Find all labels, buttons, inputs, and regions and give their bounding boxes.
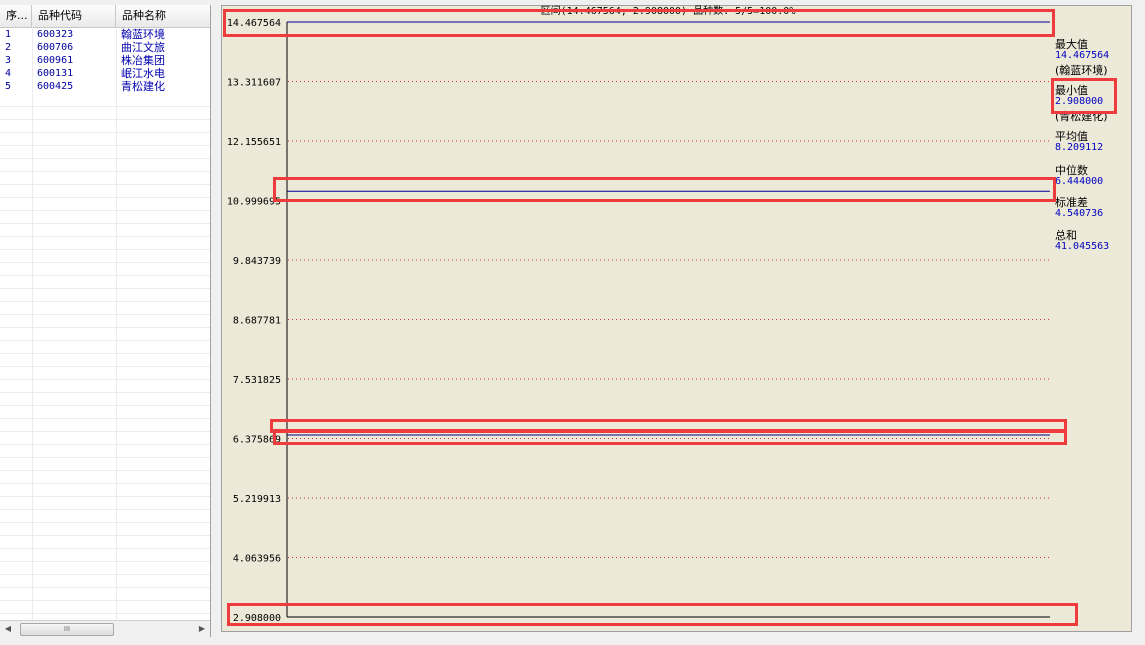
row-index: 4 <box>5 68 12 79</box>
row-code: 600323 <box>37 29 74 40</box>
scroll-left-icon[interactable]: ◀ <box>0 621 16 637</box>
header-index[interactable]: 序... <box>0 5 32 27</box>
stat-median-value: 6.444000 <box>1055 176 1104 187</box>
row-name: 株冶集团 <box>121 54 165 67</box>
chart-panel <box>221 5 1132 632</box>
horizontal-scrollbar[interactable]: ◀ III ▶ <box>0 620 210 637</box>
header-code[interactable]: 品种代码 <box>32 5 116 27</box>
row-name: 青松建化 <box>121 80 165 93</box>
stock-list-panel: 序... 品种代码 品种名称 1 600323 翰蓝环境 2 600706 曲江文旅 3 60… <box>0 5 211 637</box>
column-divider <box>116 27 117 627</box>
row-code: 600961 <box>37 55 74 66</box>
row-index: 1 <box>5 29 12 40</box>
table-row[interactable]: 1 600323 翰蓝环境 <box>0 28 210 41</box>
row-index: 3 <box>5 55 12 66</box>
stat-std-value: 4.540736 <box>1055 208 1104 219</box>
header-name[interactable]: 品种名称 <box>116 5 210 27</box>
scroll-thumb[interactable]: III <box>20 623 114 636</box>
row-index: 2 <box>5 42 12 53</box>
table-row[interactable]: 2 600706 曲江文旅 <box>0 41 210 54</box>
row-code: 600131 <box>37 68 74 79</box>
table-header: 序... 品种代码 品种名称 <box>0 5 210 28</box>
row-name: 翰蓝环境 <box>121 28 165 41</box>
stat-min-value: 2.908000 <box>1055 96 1104 107</box>
window-right-edge <box>1133 0 1145 645</box>
column-divider <box>32 27 33 627</box>
stat-max-value: 14.467564 <box>1055 50 1110 61</box>
row-name: 曲江文旅 <box>121 41 165 54</box>
stat-max-name: (翰蓝环境) <box>1055 64 1108 77</box>
table-row[interactable]: 3 600961 株冶集团 <box>0 54 210 67</box>
row-index: 5 <box>5 81 12 92</box>
table-row[interactable]: 4 600131 岷江水电 <box>0 67 210 80</box>
stat-min-name: (青松建化) <box>1055 110 1108 123</box>
row-name: 岷江水电 <box>121 67 165 80</box>
row-code: 600425 <box>37 81 74 92</box>
stat-sum-value: 41.045563 <box>1055 241 1110 252</box>
stat-mean-value: 8.209112 <box>1055 142 1104 153</box>
table-row[interactable]: 5 600425 青松建化 <box>0 80 210 93</box>
scroll-right-icon[interactable]: ▶ <box>194 621 210 637</box>
row-code: 600706 <box>37 42 74 53</box>
